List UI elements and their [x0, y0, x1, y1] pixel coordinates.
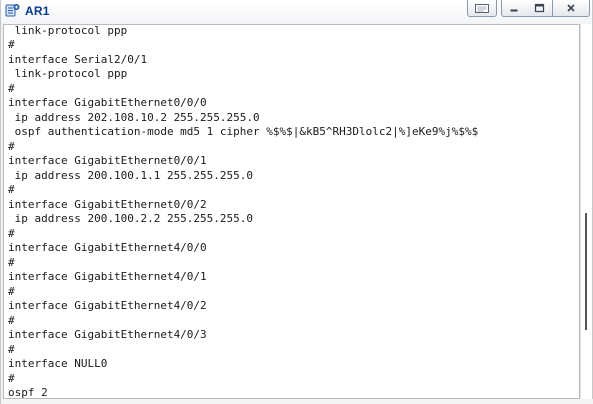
terminal-line: interface GigabitEthernet4/0/3	[8, 328, 207, 341]
terminal-line: #	[8, 140, 15, 153]
terminal-line: #	[8, 372, 15, 385]
terminal-window: AR1 link-protocol ppp # interface Serial…	[0, 0, 593, 404]
terminal-line: #	[8, 343, 15, 356]
terminal-line: #	[8, 285, 15, 298]
minimize-icon	[510, 9, 518, 12]
restore-session-icon	[475, 3, 489, 13]
terminal-line: interface Serial2/0/1	[8, 53, 148, 66]
maximize-icon	[534, 3, 544, 13]
terminal-line: ospf 2	[8, 386, 48, 399]
terminal-line: #	[8, 82, 15, 95]
terminal-line: ip address 202.108.10.2 255.255.255.0	[8, 111, 260, 124]
terminal-line: interface GigabitEthernet4/0/1	[8, 270, 207, 283]
terminal-line: link-protocol ppp	[8, 67, 128, 80]
terminal-line: ip address 200.100.1.1 255.255.255.0	[8, 169, 254, 182]
terminal-line: interface GigabitEthernet4/0/0	[8, 241, 207, 254]
terminal-line: #	[8, 256, 15, 269]
restore-session-button[interactable]	[467, 0, 497, 17]
terminal-output[interactable]: link-protocol ppp # interface Serial2/0/…	[3, 24, 580, 399]
window-bottom-edge	[1, 399, 593, 404]
maximize-button[interactable]	[526, 0, 553, 17]
terminal-line: interface GigabitEthernet4/0/2	[8, 299, 207, 312]
terminal-line: interface GigabitEthernet0/0/0	[8, 96, 207, 109]
close-icon	[567, 4, 575, 12]
terminal-line: interface GigabitEthernet0/0/1	[8, 154, 207, 167]
terminal-line: interface NULL0	[8, 357, 108, 370]
close-button[interactable]	[552, 0, 590, 17]
terminal-line: interface GigabitEthernet0/0/2	[8, 198, 207, 211]
terminal-line: ip address 200.100.2.2 255.255.255.0	[8, 212, 254, 225]
window-title: AR1	[25, 4, 50, 18]
terminal-line: ospf authentication-mode md5 1 cipher %$…	[8, 125, 479, 138]
terminal-line: #	[8, 227, 15, 240]
terminal-line: #	[8, 38, 15, 51]
router-app-icon	[5, 4, 20, 17]
terminal-line: link-protocol ppp	[8, 24, 128, 37]
scrollbar-thumb[interactable]	[585, 213, 587, 330]
terminal-line: #	[8, 183, 15, 196]
vertical-scrollbar[interactable]	[580, 24, 592, 399]
terminal-line: #	[8, 314, 15, 327]
title-bar[interactable]: AR1	[1, 0, 592, 24]
minimize-button[interactable]	[501, 0, 527, 17]
